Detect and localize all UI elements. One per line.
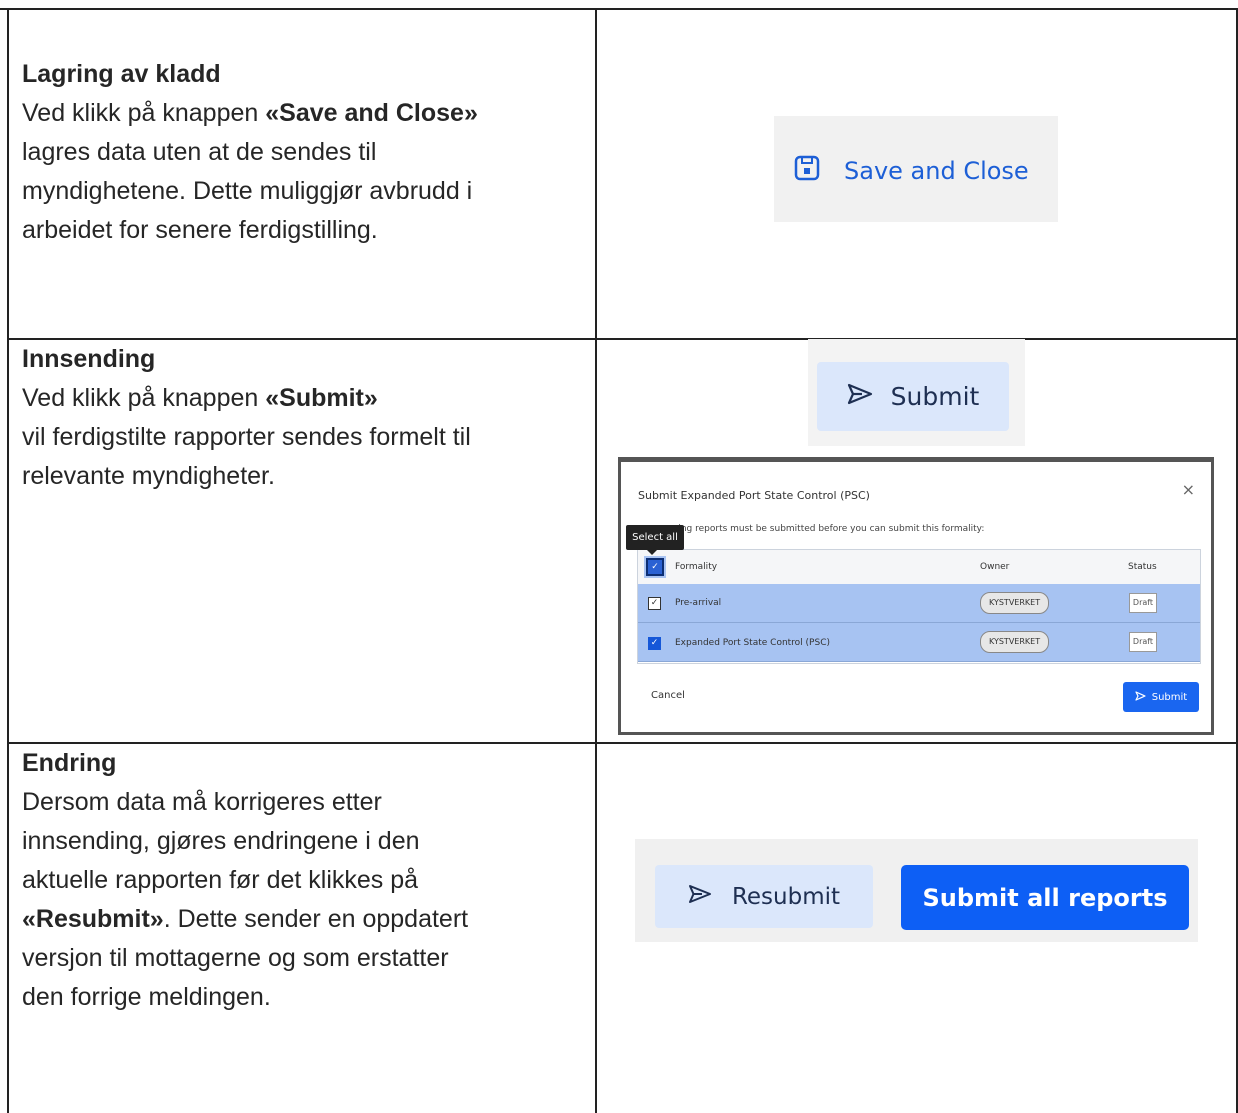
send-icon bbox=[847, 382, 891, 411]
formality-table: ✓ Formality Owner Status ✓ Pre-arrival K… bbox=[637, 549, 1201, 664]
column-formality: Formality bbox=[675, 562, 718, 572]
close-icon[interactable]: × bbox=[1182, 480, 1195, 499]
submit-all-reports-button[interactable]: Submit all reports bbox=[901, 865, 1189, 930]
row-line: Dersom data må korrigeres etter bbox=[22, 788, 382, 816]
row-heading: Endring bbox=[22, 749, 117, 777]
row-checkbox[interactable]: ✓ bbox=[648, 597, 661, 610]
row-change-text: Endring Dersom data må korrigeres etter … bbox=[22, 744, 468, 1017]
bold-text: «Submit» bbox=[265, 384, 378, 412]
table-row[interactable]: ✓ Expanded Port State Control (PSC) KYST… bbox=[638, 623, 1200, 662]
row-line: vil ferdigstilte rapporter sendes formel… bbox=[22, 423, 471, 451]
row-line: aktuelle rapporten før det klikkes på bbox=[22, 866, 419, 894]
text: Ved klikk på knappen bbox=[22, 99, 266, 127]
table-row[interactable]: ✓ Pre-arrival KYSTVERKET Draft bbox=[638, 584, 1200, 623]
row-line: Ved klikk på knappen «Save and Close» bbox=[22, 94, 478, 133]
row-heading: Innsending bbox=[22, 345, 156, 373]
owner-pill: KYSTVERKET bbox=[980, 592, 1050, 614]
resubmit-label: Resubmit bbox=[731, 883, 841, 910]
instruction-table: Lagring av kladd Ved klikk på knappen «S… bbox=[0, 0, 1238, 1113]
text: . Dette sender en oppdatert bbox=[163, 905, 469, 933]
row-line: arbeidet for senere ferdigstilling. bbox=[22, 216, 378, 244]
save-and-close-button[interactable]: Save and Close bbox=[794, 155, 1029, 187]
status-box: Draft bbox=[1129, 632, 1157, 652]
dialog-title: Submit Expanded Port State Control (PSC) bbox=[638, 489, 870, 502]
dialog-submit-label: Submit bbox=[1151, 691, 1188, 703]
submit-button[interactable]: Submit bbox=[817, 362, 1009, 431]
send-icon bbox=[1135, 690, 1152, 704]
row-line: «Resubmit». Dette sender en oppdatert bbox=[22, 900, 468, 939]
row-line: myndighetene. Dette muliggjør avbrudd i bbox=[22, 177, 473, 205]
table-divider-vertical bbox=[595, 8, 597, 1113]
table-border-top bbox=[0, 8, 1238, 10]
row-heading: Lagring av kladd bbox=[22, 60, 221, 88]
row-line: lagres data uten at de sendes til bbox=[22, 138, 377, 166]
resubmit-screenshot: Resubmit Submit all reports bbox=[635, 839, 1198, 942]
row-line: innsending, gjøres endringene i den bbox=[22, 827, 420, 855]
select-all-tooltip: Select all bbox=[626, 525, 684, 550]
row-line: Ved klikk på knappen «Submit» bbox=[22, 379, 471, 418]
bold-text: «Resubmit» bbox=[22, 905, 164, 933]
bold-text: «Save and Close» bbox=[265, 99, 478, 127]
row-checkbox[interactable]: ✓ bbox=[648, 637, 661, 650]
resubmit-button[interactable]: Resubmit bbox=[655, 865, 873, 928]
select-all-checkbox[interactable]: ✓ bbox=[646, 558, 664, 576]
dialog-subtitle: ving reports must be submitted before yo… bbox=[673, 524, 985, 534]
column-status: Status bbox=[1128, 562, 1157, 572]
tooltip-arrow bbox=[647, 550, 657, 555]
submit-screenshot: Submit bbox=[808, 339, 1025, 446]
table-border-left bbox=[7, 8, 9, 1113]
submit-dialog-screenshot: Submit Expanded Port State Control (PSC)… bbox=[618, 457, 1214, 735]
send-icon bbox=[688, 884, 732, 910]
owner-pill: KYSTVERKET bbox=[980, 631, 1050, 653]
row-submit-text: Innsending Ved klikk på knappen «Submit»… bbox=[22, 340, 471, 496]
row-line: den forrige meldingen. bbox=[22, 983, 271, 1011]
cancel-button[interactable]: Cancel bbox=[651, 690, 685, 701]
save-and-close-label: Save and Close bbox=[844, 157, 1029, 185]
save-icon bbox=[794, 155, 844, 187]
row-saving-text: Lagring av kladd Ved klikk på knappen «S… bbox=[22, 55, 478, 250]
row-line: relevante myndigheter. bbox=[22, 462, 275, 490]
table-header: ✓ Formality Owner Status bbox=[638, 550, 1200, 585]
status-box: Draft bbox=[1129, 593, 1157, 613]
row-formality: Pre-arrival bbox=[675, 598, 722, 608]
column-owner: Owner bbox=[980, 562, 1010, 572]
submit-label: Submit bbox=[890, 382, 980, 411]
row-formality: Expanded Port State Control (PSC) bbox=[675, 638, 830, 648]
text: Ved klikk på knappen bbox=[22, 384, 266, 412]
row-line: versjon til mottagerne og som erstatter bbox=[22, 944, 449, 972]
save-and-close-screenshot: Save and Close bbox=[774, 116, 1058, 222]
dialog-submit-button[interactable]: Submit bbox=[1123, 682, 1199, 712]
